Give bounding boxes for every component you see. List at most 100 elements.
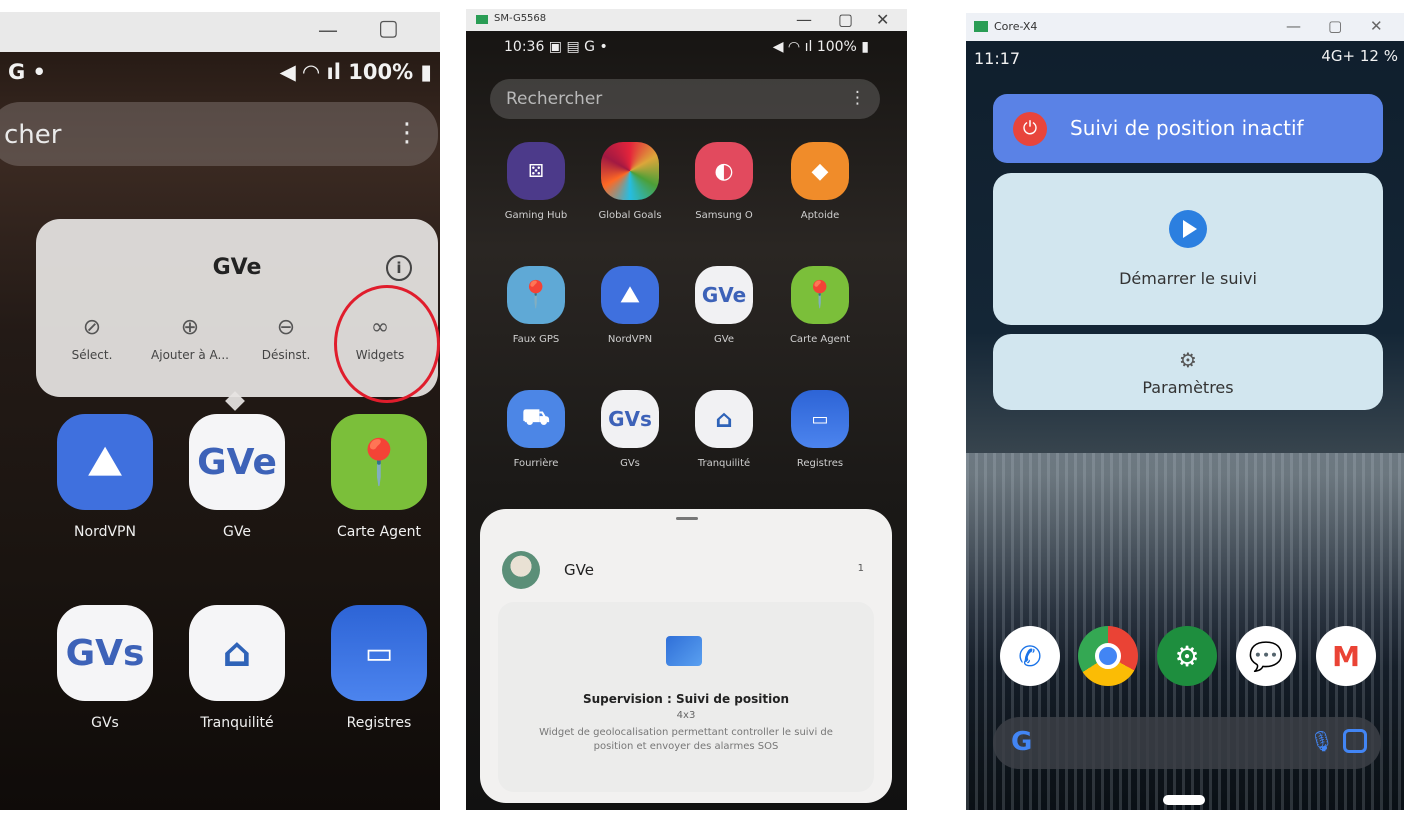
widget-card[interactable]: Supervision : Suivi de position 4x3 Widg… xyxy=(498,602,874,792)
window-titlebar: SM-G5568 — ▢ ✕ xyxy=(466,9,907,31)
google-lens-icon[interactable] xyxy=(1343,729,1367,753)
power-icon: ⏻ xyxy=(1013,112,1047,146)
widget-count: 1 xyxy=(857,563,864,574)
app-aptoide[interactable]: ◆ Aptoide xyxy=(780,142,860,221)
start-tracking-button[interactable]: Démarrer le suivi xyxy=(993,173,1383,325)
search-placeholder: Rechercher xyxy=(506,89,603,109)
status-time: 10:36 xyxy=(504,39,545,55)
widget-app-name: GVe xyxy=(564,561,594,579)
aptoide-icon: ◆ xyxy=(791,142,849,200)
google-search-bar[interactable]: G 🎙 xyxy=(993,717,1381,769)
tow-truck-icon: ⛟ xyxy=(507,390,565,448)
microphone-icon[interactable]: 🎙 xyxy=(1309,729,1334,753)
widget-description: Widget de geolocalisation permettant con… xyxy=(539,727,833,752)
gear-icon: ⚙ xyxy=(1179,348,1197,372)
app-registres[interactable]: ▭ Registres xyxy=(316,605,440,731)
context-menu-title: GVe xyxy=(212,255,262,280)
phone-screen-2: SM-G5568 — ▢ ✕ 10:36 ▣ ▤ G • ◀ ◠ ıl 100%… xyxy=(466,9,907,810)
sheet-handle[interactable] xyxy=(676,517,698,520)
more-options-icon[interactable]: ⋮ xyxy=(849,88,866,108)
app-gaming-hub[interactable]: ⚄ Gaming Hub xyxy=(496,142,576,221)
window-title: SM-G5568 xyxy=(494,13,547,24)
settings-button[interactable]: ⚙ Paramètres xyxy=(993,334,1383,410)
house-icon: ⌂ xyxy=(695,390,753,448)
settings-app-icon[interactable]: ⚙ xyxy=(1157,626,1217,686)
window-titlebar: — ▢ xyxy=(0,12,440,52)
minimize-button[interactable]: — xyxy=(796,10,812,29)
close-button[interactable]: ✕ xyxy=(876,10,889,29)
status-time: 11:17 xyxy=(974,49,1021,68)
add-to-home-action[interactable]: ⊕ Ajouter à A... xyxy=(140,315,240,362)
status-bar: 11:17 4G+ 12 % xyxy=(974,47,1398,68)
app-registres[interactable]: ▭ Registres xyxy=(780,390,860,469)
info-icon[interactable]: i xyxy=(386,255,412,281)
phone-icon[interactable]: ✆ xyxy=(1000,626,1060,686)
nordvpn-icon: ⛰ xyxy=(601,266,659,324)
app-window-icon xyxy=(476,15,488,24)
location-widget-icon xyxy=(666,636,702,666)
status-right: ◀ ◠ ıl 100% ▮ xyxy=(279,60,432,84)
tracking-status-label: Suivi de position inactif xyxy=(1070,116,1304,140)
close-button[interactable]: ✕ xyxy=(1370,17,1383,35)
tracking-status-button[interactable]: ⏻ Suivi de position inactif xyxy=(993,94,1383,163)
widget-app-header[interactable]: GVe 1 xyxy=(502,551,872,591)
minimize-button[interactable]: — xyxy=(1286,17,1301,35)
chrome-icon[interactable] xyxy=(1078,626,1138,686)
search-text: cher xyxy=(4,120,62,150)
app-samsung-o[interactable]: ◐ Samsung O xyxy=(684,142,764,221)
app-tranquilite[interactable]: ⌂ Tranquilité xyxy=(182,605,292,731)
app-search-bar[interactable]: cher ⋮ xyxy=(0,102,438,166)
app-carte-agent[interactable]: 📍 Carte Agent xyxy=(780,266,860,345)
status-bar: 10:36 ▣ ▤ G • ◀ ◠ ıl 100% ▮ xyxy=(504,39,869,55)
app-tranquilite[interactable]: ⌂ Tranquilité xyxy=(684,390,764,469)
status-right: 4G+ 12 % xyxy=(1321,47,1398,65)
app-global-goals[interactable]: Global Goals xyxy=(590,142,670,221)
faux-gps-icon: 📍 xyxy=(507,266,565,324)
window-titlebar: Core-X4 — ▢ ✕ xyxy=(966,13,1404,41)
messages-icon[interactable]: 💬 xyxy=(1236,626,1296,686)
window-title: Core-X4 xyxy=(994,20,1038,33)
samsung-o-icon: ◐ xyxy=(695,142,753,200)
app-gvs[interactable]: GVs GVs xyxy=(50,605,160,731)
uninstall-action[interactable]: ⊖ Désinst. xyxy=(236,315,336,362)
maximize-button[interactable]: ▢ xyxy=(1328,17,1342,35)
battery-text: 100% xyxy=(348,60,414,84)
status-bar: G • ◀ ◠ ıl 100% ▮ xyxy=(8,60,432,90)
app-dock: ✆ ⚙ 💬 M xyxy=(1000,626,1378,686)
house-icon: ⌂ xyxy=(189,605,285,701)
minimize-button[interactable]: — xyxy=(318,18,338,42)
app-nordvpn[interactable]: ⛰ NordVPN xyxy=(50,414,160,540)
app-nordvpn[interactable]: ⛰ NordVPN xyxy=(590,266,670,345)
home-gesture-bar[interactable] xyxy=(1163,795,1205,805)
select-action[interactable]: ⊘ Sélect. xyxy=(42,315,142,362)
app-window-icon xyxy=(974,21,988,32)
app-search-bar[interactable]: Rechercher ⋮ xyxy=(490,79,880,119)
more-options-icon[interactable]: ⋮ xyxy=(394,118,420,148)
gvs-icon: GVs xyxy=(601,390,659,448)
gmail-icon[interactable]: M xyxy=(1316,626,1376,686)
app-gve[interactable]: GVe GVe xyxy=(182,414,292,540)
map-pin-icon: 📍 xyxy=(791,266,849,324)
gve-icon: GVe xyxy=(189,414,285,510)
app-faux-gps[interactable]: 📍 Faux GPS xyxy=(496,266,576,345)
phone-screen-1: — ▢ G • ◀ ◠ ıl 100% ▮ cher ⋮ GVe i ⊘ Séle… xyxy=(0,12,440,810)
global-goals-icon xyxy=(601,142,659,200)
settings-label: Paramètres xyxy=(1142,378,1234,397)
maximize-button[interactable]: ▢ xyxy=(838,10,853,29)
maximize-button[interactable]: ▢ xyxy=(378,16,399,41)
nordvpn-icon: ⛰ xyxy=(57,414,153,510)
start-tracking-label: Démarrer le suivi xyxy=(1119,269,1257,288)
gaming-hub-icon: ⚄ xyxy=(507,142,565,200)
app-fourriere[interactable]: ⛟ Fourrière xyxy=(496,390,576,469)
folder-icon: ▭ xyxy=(791,390,849,448)
app-carte-agent[interactable]: 📍 Carte Agent xyxy=(316,414,440,540)
google-logo: G xyxy=(1011,727,1033,757)
check-circle-icon: ⊘ xyxy=(82,315,102,340)
play-icon xyxy=(1169,210,1207,248)
widget-size: 4x3 xyxy=(676,710,696,721)
app-gve[interactable]: GVe GVe xyxy=(684,266,764,345)
app-gvs[interactable]: GVs GVs xyxy=(590,390,670,469)
status-right: ◀ ◠ ıl 100% ▮ xyxy=(772,39,869,55)
widgets-sheet: GVe 1 Supervision : Suivi de position 4x… xyxy=(480,509,892,803)
red-annotation-circle xyxy=(334,285,440,403)
